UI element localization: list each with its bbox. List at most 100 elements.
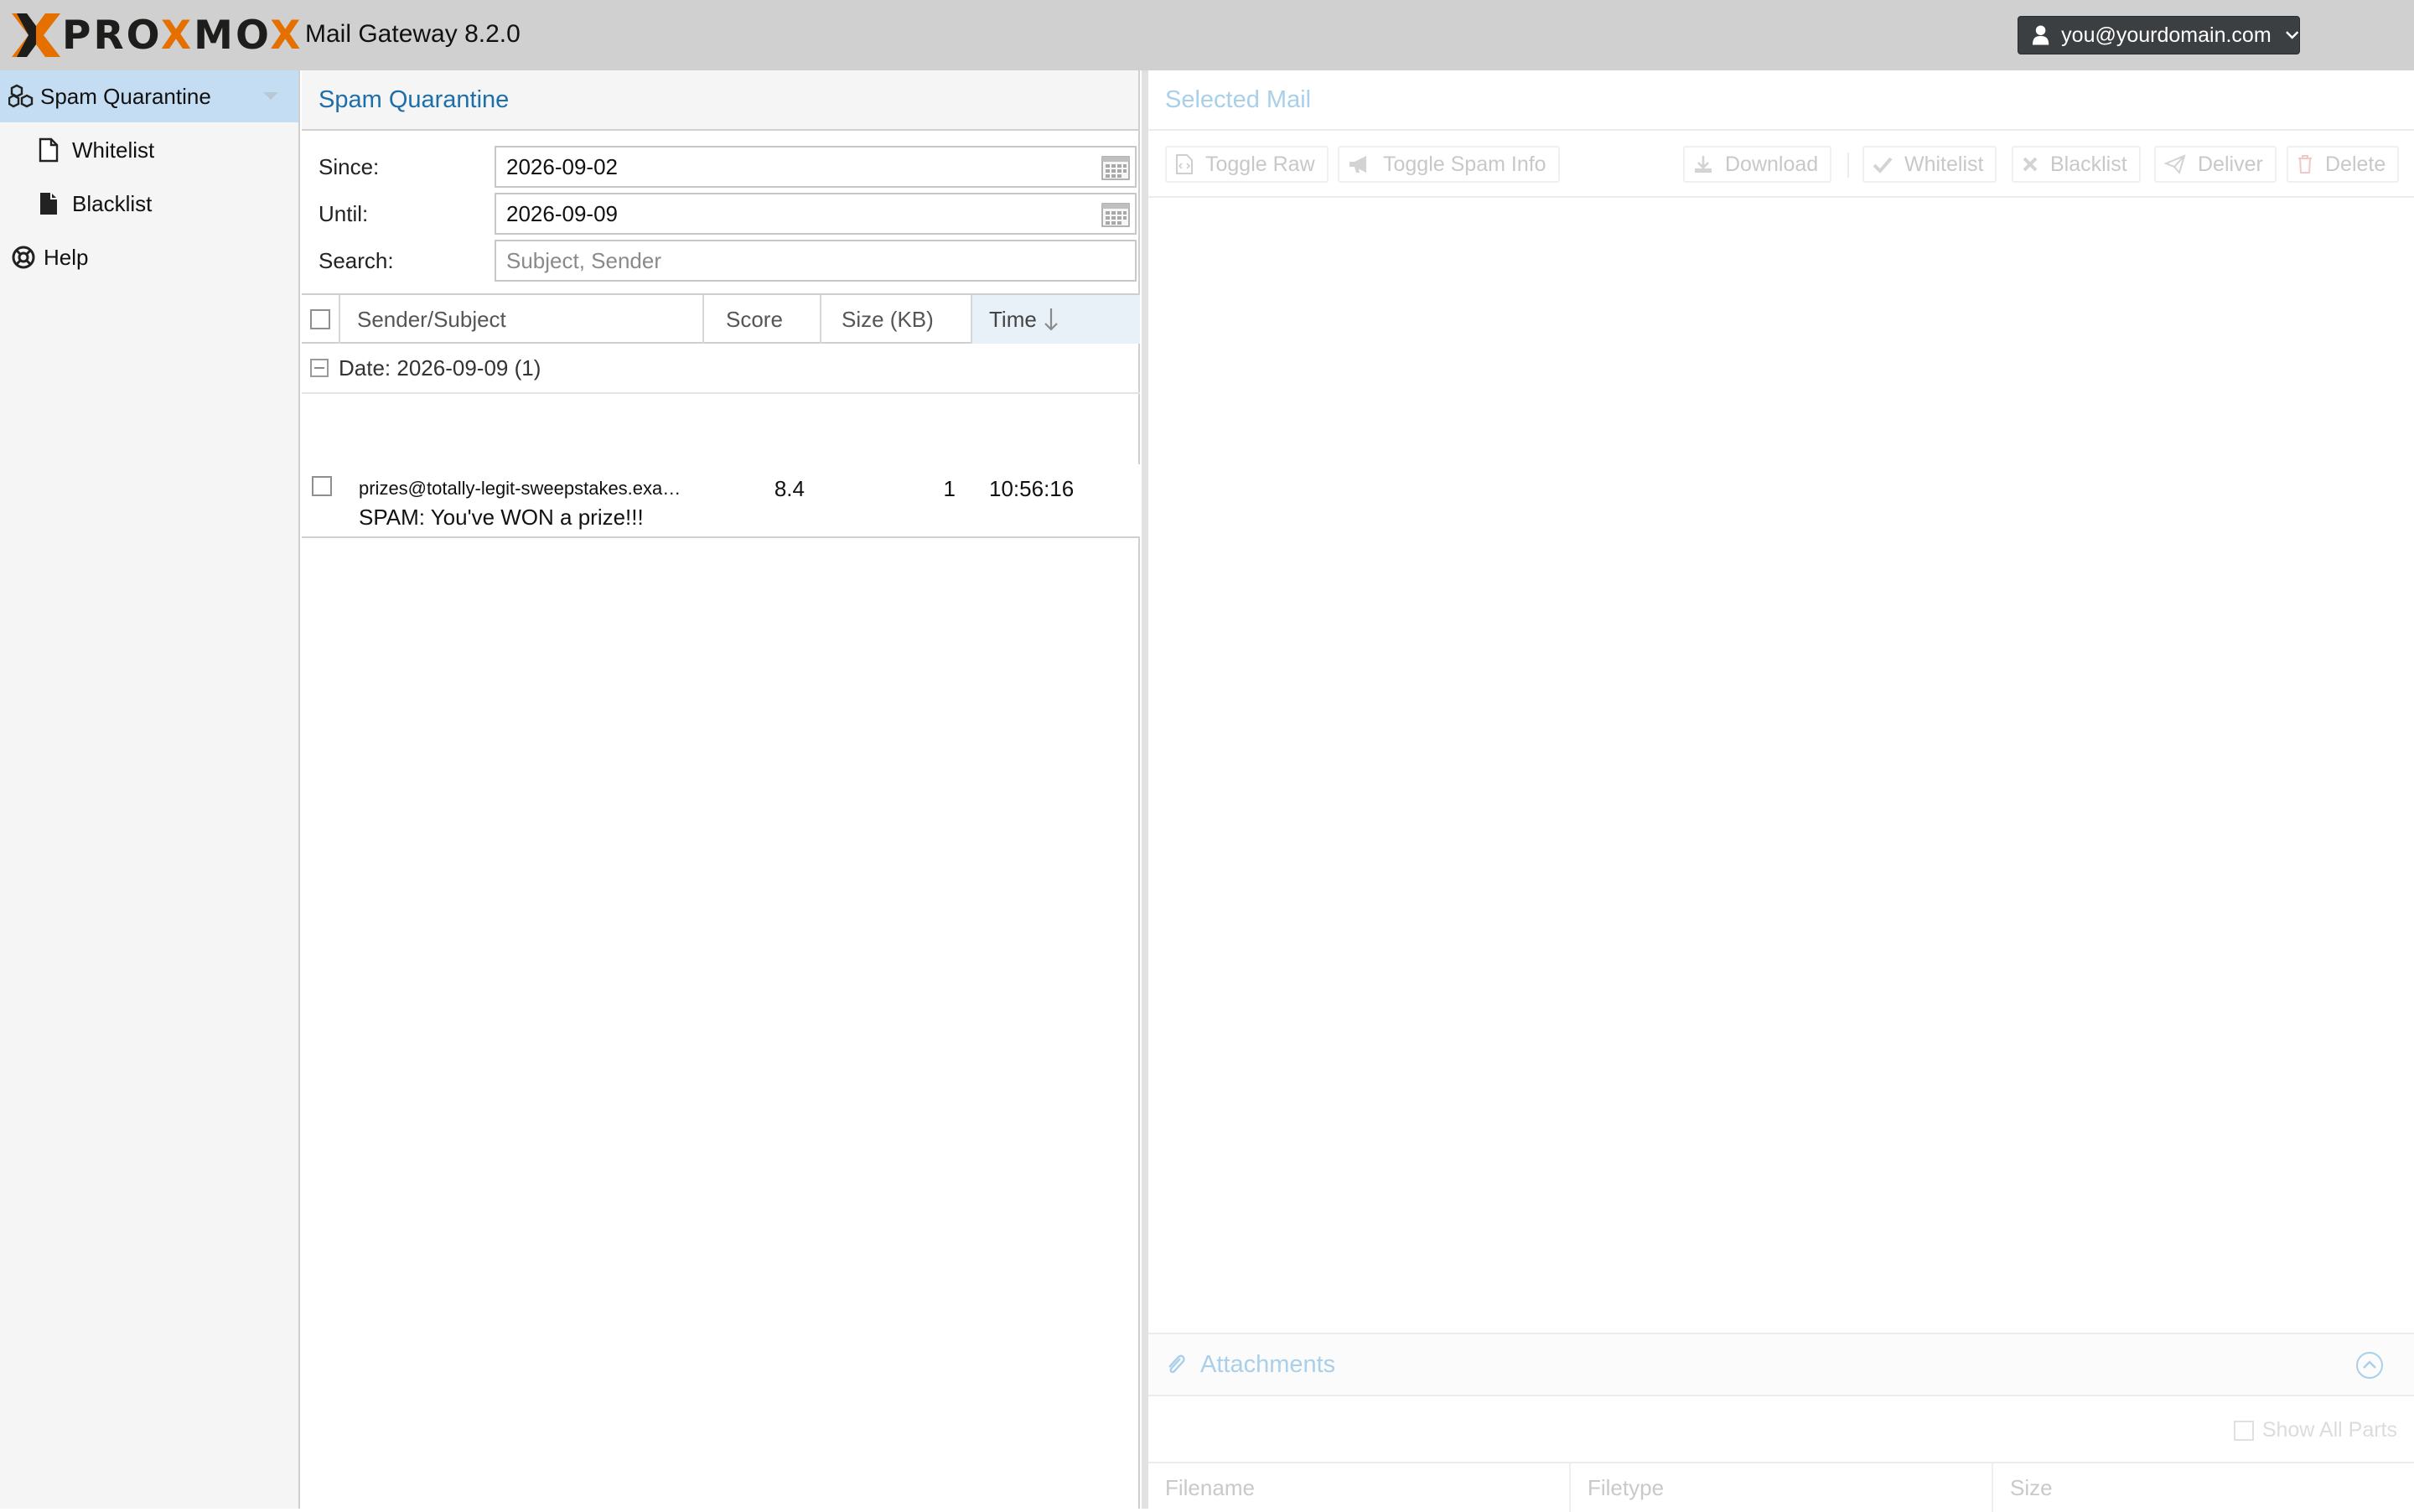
- sidebar-item-label: Spam Quarantine: [40, 83, 211, 109]
- column-header-filetype[interactable]: Filetype: [1571, 1463, 1993, 1512]
- search-row: Search: Subject, Sender: [319, 240, 1137, 282]
- file-solid-icon: [35, 190, 62, 217]
- delete-button[interactable]: Delete: [2287, 146, 2400, 183]
- button-label: Deliver: [2198, 152, 2263, 176]
- mail-time: 10:56:16: [989, 476, 1075, 501]
- bullhorn-icon: [1349, 156, 1366, 173]
- column-label: Filename: [1165, 1474, 1255, 1500]
- life-ring-icon: [10, 244, 37, 271]
- user-email: you@yourdomain.com: [2061, 23, 2272, 47]
- since-date-field[interactable]: 2026-09-02: [495, 146, 1137, 188]
- column-header-size[interactable]: Size: [1993, 1463, 2414, 1512]
- select-all-checkbox[interactable]: [310, 309, 330, 329]
- attachments-grid-header: Filename Filetype Size: [1148, 1462, 2414, 1512]
- search-input[interactable]: Subject, Sender: [495, 240, 1137, 282]
- attachments-header[interactable]: Attachments: [1148, 1334, 2414, 1396]
- mail-row[interactable]: prizes@totally-legit-sweepstakes.exa… SP…: [302, 464, 1140, 538]
- calendar-icon[interactable]: [1101, 155, 1130, 180]
- whitelist-button[interactable]: Whitelist: [1862, 146, 1997, 183]
- sidebar-item-label: Whitelist: [72, 137, 155, 163]
- show-all-parts-toggle[interactable]: Show All Parts: [2233, 1418, 2397, 1442]
- column-header-score[interactable]: Score: [704, 295, 821, 344]
- attachments-title: Attachments: [1200, 1350, 1336, 1378]
- collapse-toggle-icon[interactable]: [310, 359, 329, 377]
- selected-mail-panel: Selected Mail Toggle Raw Toggle Spam Inf…: [1142, 70, 2414, 1512]
- chevron-up-circle-icon[interactable]: [2355, 1351, 2384, 1380]
- mail-subject: SPAM: You've WON a prize!!!: [359, 505, 644, 530]
- show-all-parts-label: Show All Parts: [2261, 1418, 2397, 1442]
- mail-sender: prizes@totally-legit-sweepstakes.exa…: [359, 478, 681, 499]
- expand-caret-icon[interactable]: [263, 92, 278, 100]
- date-group-header[interactable]: Date: 2026-09-09 (1): [302, 344, 1140, 394]
- chevron-down-icon: [2285, 31, 2298, 39]
- paper-plane-icon: [2164, 154, 2186, 174]
- button-label: Blacklist: [2050, 152, 2127, 176]
- sidebar-item-label: Help: [44, 244, 89, 270]
- mail-score: 8.4: [774, 476, 805, 501]
- check-icon: [1873, 157, 1893, 173]
- logo-text-mo: MO: [194, 12, 271, 59]
- until-value: 2026-09-09: [506, 200, 618, 226]
- sidebar-item-whitelist[interactable]: Whitelist: [0, 124, 298, 176]
- logo-wordmark: PROXMOX: [62, 16, 303, 55]
- since-row: Since: 2026-09-02: [319, 146, 1137, 188]
- product-version: Mail Gateway 8.2.0: [305, 20, 521, 48]
- blacklist-button[interactable]: Blacklist: [2012, 146, 2141, 183]
- search-placeholder: Subject, Sender: [506, 247, 662, 273]
- button-label: Download: [1725, 152, 1819, 176]
- user-menu-button[interactable]: you@yourdomain.com: [2018, 16, 2300, 54]
- row-checkbox[interactable]: [312, 476, 332, 496]
- trash-icon: [2298, 155, 2312, 173]
- column-label: Score: [726, 306, 783, 332]
- column-label: Size: [2010, 1474, 2053, 1500]
- file-outline-icon: [35, 137, 62, 163]
- download-icon: [1695, 156, 1712, 173]
- mail-size: 1: [943, 476, 956, 501]
- sidebar: Spam Quarantine Whitelist Blacklist Help: [0, 70, 300, 1509]
- selected-mail-title: Selected Mail: [1148, 70, 2414, 131]
- deliver-button[interactable]: Deliver: [2154, 146, 2277, 183]
- button-label: Toggle Spam Info: [1383, 152, 1546, 176]
- sort-descending-icon: [1044, 308, 1058, 331]
- column-header-sender-subject[interactable]: Sender/Subject: [340, 295, 704, 344]
- sidebar-item-help[interactable]: Help: [0, 231, 298, 283]
- button-label: Toggle Raw: [1205, 152, 1315, 176]
- column-header-size[interactable]: Size (KB): [821, 295, 972, 344]
- file-code-icon: [1176, 154, 1193, 174]
- sidebar-item-spam-quarantine[interactable]: Spam Quarantine: [0, 70, 298, 122]
- column-label: Time: [989, 306, 1037, 332]
- column-label: Filetype: [1588, 1474, 1665, 1500]
- since-value: 2026-09-02: [506, 153, 618, 179]
- user-icon: [2032, 25, 2049, 45]
- toggle-raw-button[interactable]: Toggle Raw: [1165, 146, 1329, 183]
- panel-title: Spam Quarantine: [302, 70, 1138, 131]
- button-label: Whitelist: [1904, 152, 1984, 176]
- logo-text-x: X: [160, 12, 194, 59]
- search-label: Search:: [319, 247, 394, 273]
- times-icon: [2023, 157, 2038, 172]
- mail-grid-header: Sender/Subject Score Size (KB) Time: [302, 293, 1140, 344]
- logo-text-pro: PRO: [62, 12, 161, 59]
- column-header-filename[interactable]: Filename: [1148, 1463, 1571, 1512]
- top-bar: PROXMOX Mail Gateway 8.2.0 you@yourdomai…: [0, 0, 2414, 70]
- until-label: Until:: [319, 200, 369, 226]
- paperclip-icon: [1168, 1354, 1185, 1374]
- cubes-icon: [8, 83, 35, 110]
- sidebar-item-blacklist[interactable]: Blacklist: [0, 178, 298, 230]
- group-label: Date: 2026-09-09 (1): [339, 355, 541, 381]
- show-all-parts-checkbox[interactable]: [2233, 1420, 2254, 1441]
- button-label: Delete: [2325, 152, 2386, 176]
- column-label: Size (KB): [842, 306, 934, 332]
- mail-toolbar: Toggle Raw Toggle Spam Info Download Whi…: [1148, 131, 2414, 198]
- select-all-cell: [302, 295, 340, 344]
- toggle-spam-info-button[interactable]: Toggle Spam Info: [1338, 146, 1560, 183]
- until-row: Until: 2026-09-09: [319, 193, 1137, 235]
- attachments-panel: Attachments Show All Parts Filename File…: [1148, 1333, 2414, 1512]
- column-header-time[interactable]: Time: [972, 295, 1140, 344]
- quarantine-panel: Spam Quarantine Since: 2026-09-02 Until:…: [302, 70, 1140, 1509]
- until-date-field[interactable]: 2026-09-09: [495, 193, 1137, 235]
- calendar-icon[interactable]: [1101, 202, 1130, 227]
- mail-preview-area: [1148, 198, 2414, 1333]
- logo-text-x-end: X: [270, 12, 303, 59]
- download-button[interactable]: Download: [1683, 146, 1832, 183]
